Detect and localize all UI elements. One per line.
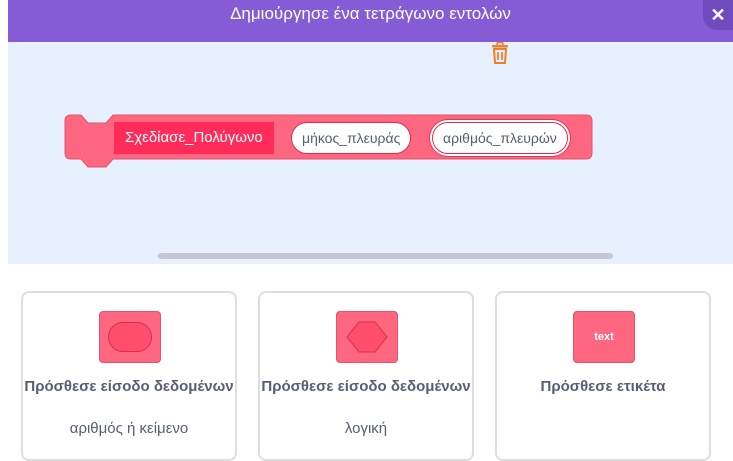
close-button[interactable]: ✕ <box>703 0 733 30</box>
close-icon: ✕ <box>710 4 726 25</box>
card-sublabel: αριθμός ή κείμενο <box>69 420 189 437</box>
card-sublabel: λογική <box>344 420 388 437</box>
card-label: Πρόσθεσε ετικέτα <box>540 378 666 395</box>
add-boolean-input-card[interactable]: Πρόσθεσε είσοδο δεδομένων λογική <box>258 291 474 461</box>
card-label: Πρόσθεσε είσοδο δεδομένων <box>261 378 471 395</box>
label-icon-text: text <box>594 331 614 343</box>
modal-title: Δημιούργησε ένα τετράγωνο εντολών <box>230 4 511 23</box>
add-text-number-input-card[interactable]: Πρόσθεσε είσοδο δεδομένων αριθμός ή κείμ… <box>21 291 237 461</box>
block-name-field[interactable]: Σχεδίασε_Πολύγωνο <box>114 122 274 154</box>
modal-header: Δημιούργησε ένα τετράγωνο εντολών ✕ <box>8 0 733 42</box>
horizontal-scrollbar[interactable] <box>158 253 613 259</box>
block-input-side-length[interactable]: μήκος_πλευράς <box>291 122 412 154</box>
add-label-card[interactable]: text Πρόσθεσε ετικέτα <box>495 291 711 461</box>
oval-input-icon <box>99 311 161 363</box>
trash-icon[interactable] <box>490 42 510 64</box>
boolean-input-icon <box>336 311 398 363</box>
block-input-side-count[interactable]: αριθμός_πλευρών <box>432 122 568 154</box>
card-label: Πρόσθεσε είσοδο δεδομένων <box>24 378 234 395</box>
label-icon: text <box>573 311 635 363</box>
